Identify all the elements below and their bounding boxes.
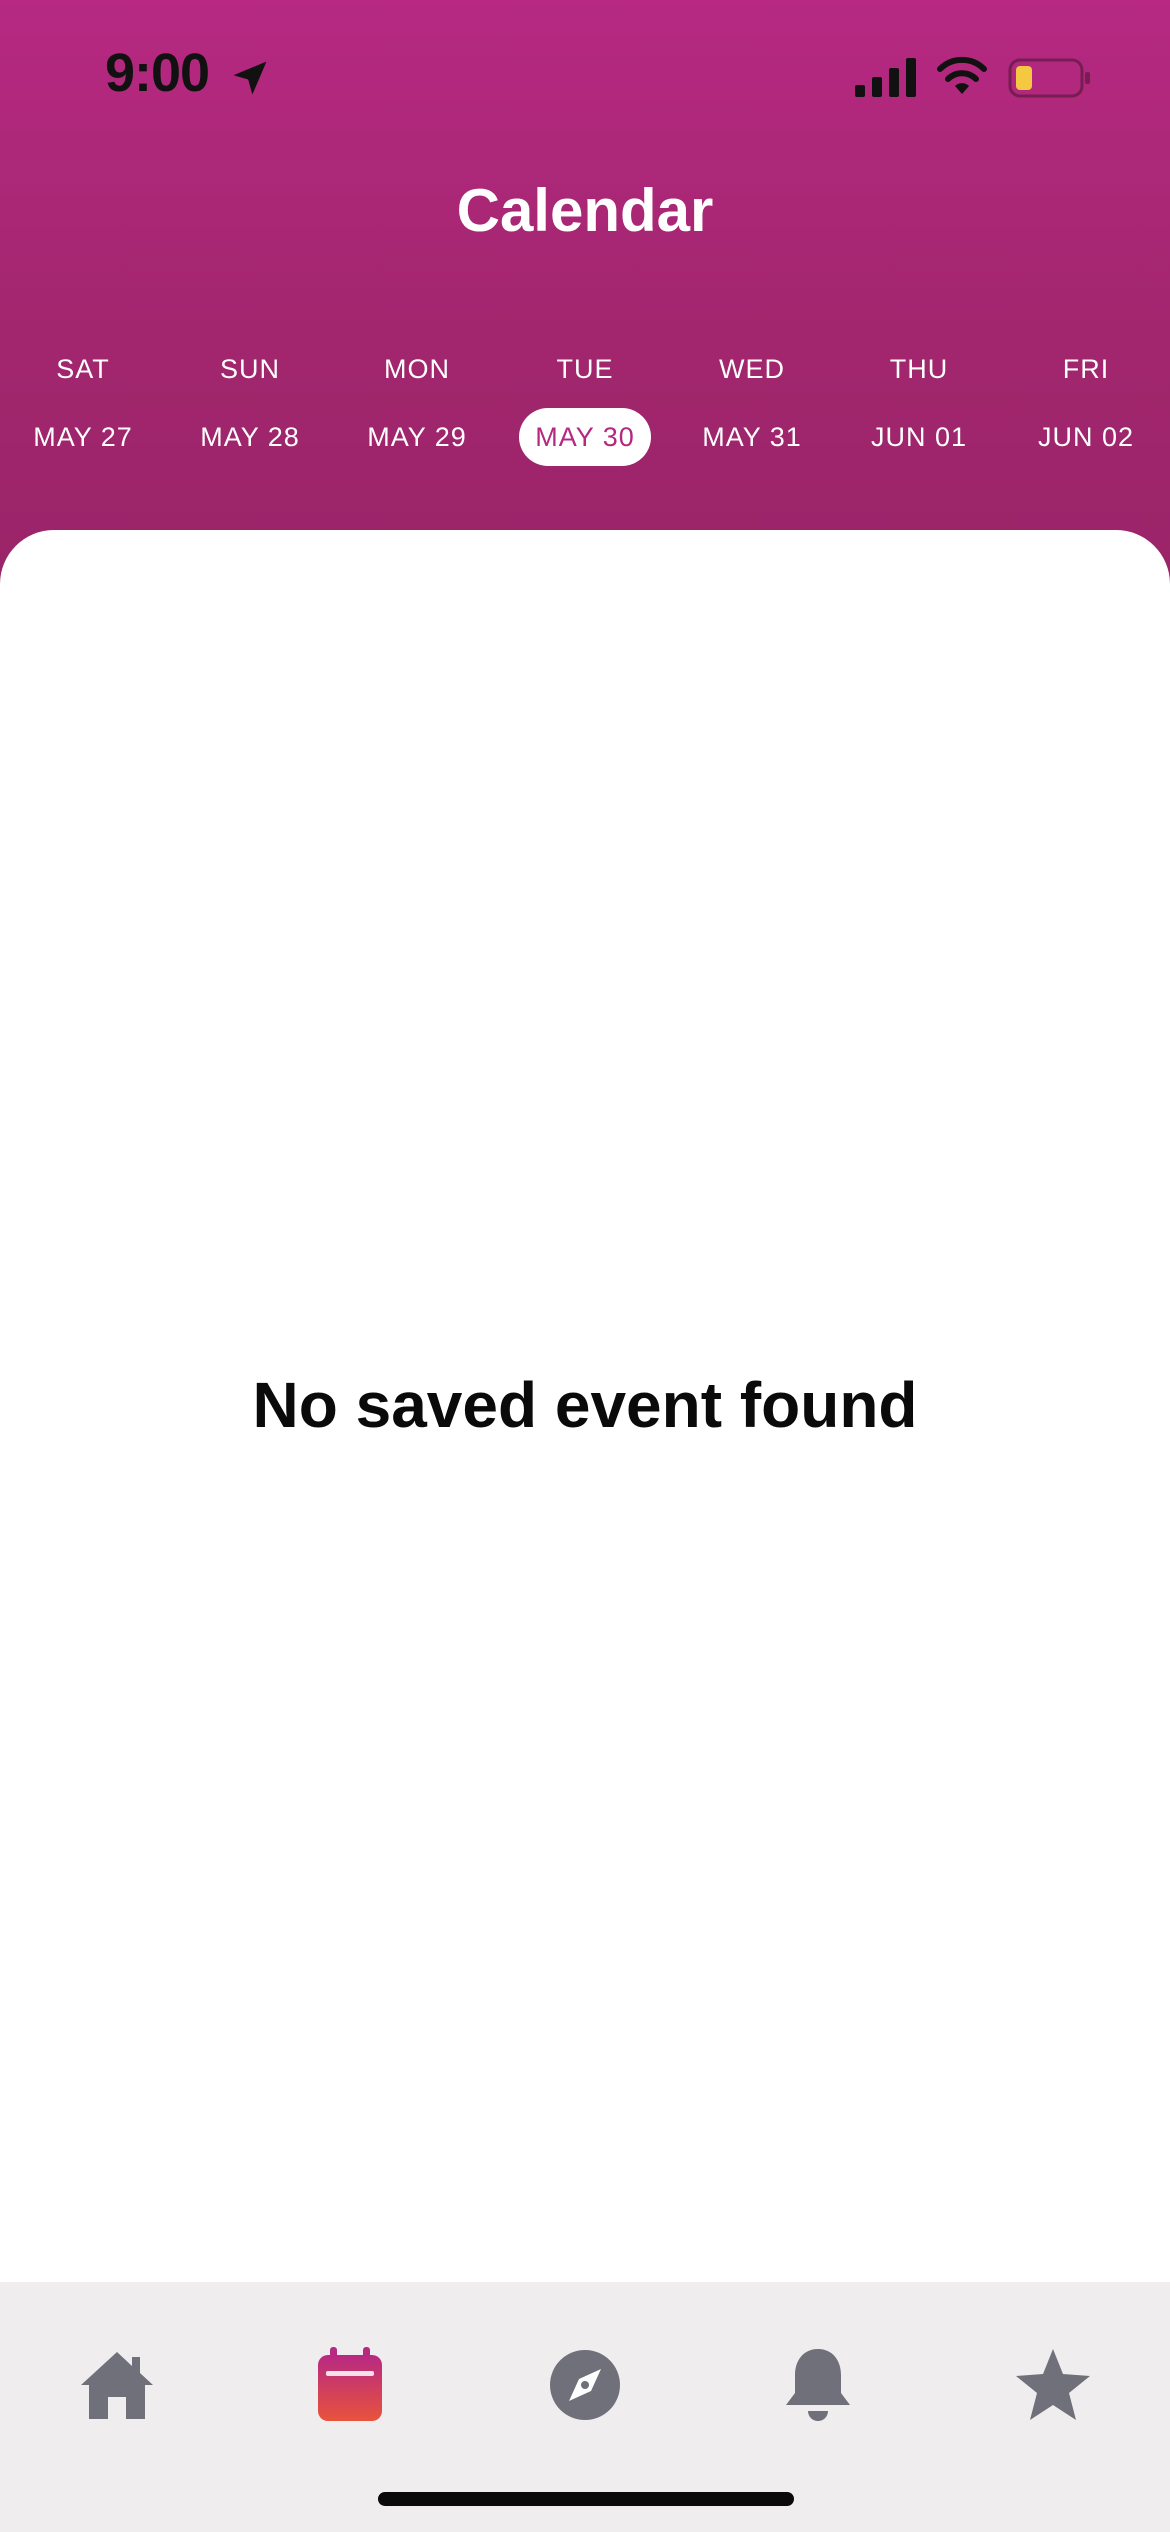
day-of-week: MON (384, 354, 450, 384)
selected-date-pill: MAY 30 (519, 408, 651, 466)
wifi-icon (937, 56, 987, 94)
date-label: JUN 02 (1037, 422, 1135, 452)
battery-low-icon (1008, 58, 1090, 98)
calendar-icon (318, 2347, 382, 2421)
date-item[interactable]: THU JUN 01 (844, 340, 994, 480)
bell-icon (786, 2349, 850, 2421)
day-of-week: WED (719, 354, 785, 384)
cellular-signal-icon (855, 58, 916, 97)
day-of-week: TUE (556, 354, 614, 384)
date-item[interactable]: SAT MAY 27 (8, 340, 158, 480)
empty-state-message: No saved event found (252, 1369, 918, 1441)
date-item[interactable]: FRI JUN 02 (1011, 340, 1161, 480)
date-label: MAY 29 (367, 422, 467, 452)
status-bar: 9:00 (0, 0, 1170, 150)
tab-home[interactable] (52, 2330, 182, 2440)
day-of-week: FRI (1062, 354, 1110, 384)
star-icon (1016, 2349, 1090, 2420)
tab-favorites[interactable] (988, 2330, 1118, 2440)
home-indicator[interactable] (378, 2492, 794, 2506)
day-of-week: SUN (219, 354, 280, 384)
tab-explore[interactable] (520, 2330, 650, 2440)
tab-notifications[interactable] (753, 2330, 883, 2440)
day-of-week: SAT (56, 354, 110, 384)
compass-icon (550, 2350, 620, 2420)
date-label: JUN 01 (870, 422, 968, 452)
location-arrow-icon (233, 61, 267, 95)
date-label: MAY 31 (702, 422, 802, 452)
home-icon (81, 2352, 153, 2419)
date-item[interactable]: WED MAY 31 (677, 340, 827, 480)
page-title: Calendar (456, 177, 714, 244)
tab-calendar[interactable] (285, 2330, 415, 2440)
day-of-week: THU (889, 354, 949, 384)
date-item[interactable]: SUN MAY 28 (175, 340, 325, 480)
date-label: MAY 27 (33, 422, 133, 452)
date-item[interactable]: MON MAY 29 (342, 340, 492, 480)
date-strip: SAT MAY 27 SUN MAY 28 MON MAY 29 TUE MAY… (0, 340, 1170, 480)
header: 9:00 Calendar SAT MAY 27 SUN MAY 28 MON … (0, 0, 1170, 600)
status-time: 9:00 (105, 43, 210, 103)
date-item-selected[interactable]: TUE MAY 30 (510, 340, 660, 480)
date-label: MAY 28 (200, 422, 300, 452)
